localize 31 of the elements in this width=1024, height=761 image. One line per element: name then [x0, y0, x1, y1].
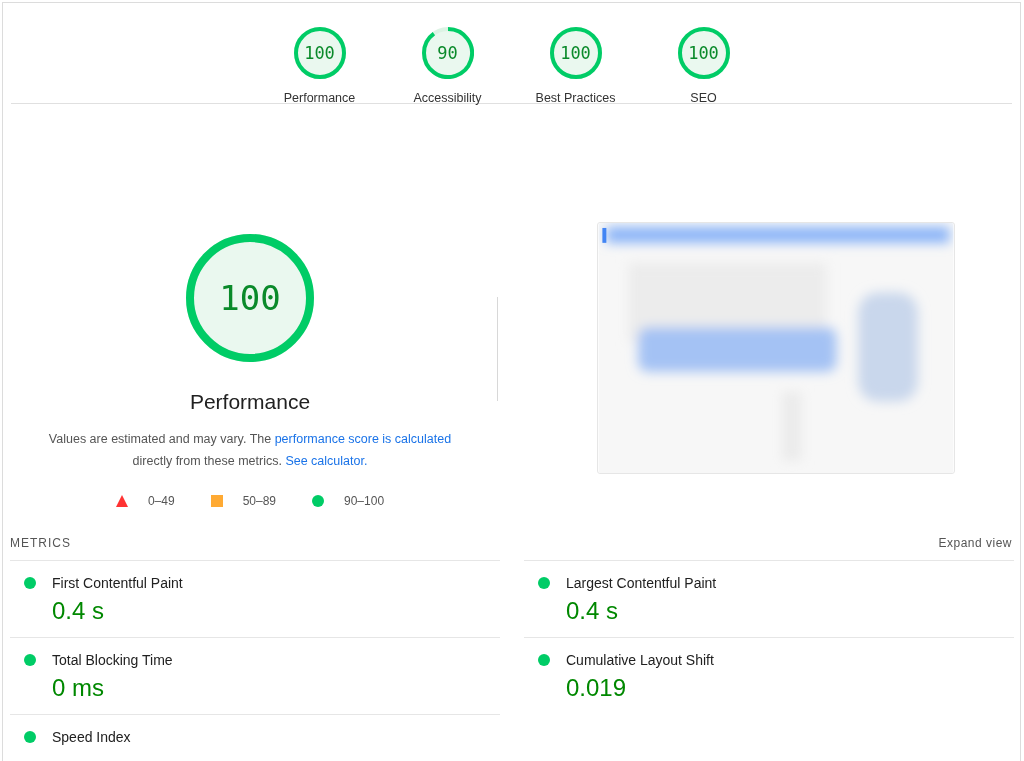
- score-gauge: [677, 27, 730, 79]
- score-value: 100: [688, 44, 719, 62]
- metric-label: Speed Index: [52, 729, 132, 745]
- metric-value: 0 ms: [52, 674, 105, 702]
- metric-label: First Contentful Paint: [52, 575, 184, 591]
- category-link[interactable]: Performance: [283, 91, 356, 105]
- category-title: Performance: [189, 390, 311, 414]
- metric-label: Cumulative Layout Shift: [566, 652, 715, 668]
- category-link[interactable]: Best Practices: [535, 91, 616, 105]
- legend-label: 50–89: [242, 494, 276, 508]
- category-link[interactable]: SEO: [690, 91, 717, 105]
- score-gauge: [549, 27, 602, 79]
- expand-view-link[interactable]: Expand view: [938, 536, 1012, 550]
- legend-label: 90–100: [344, 494, 385, 508]
- description-text: Values are estimated and may vary. The performance score is calculated directly from these metrics. See calculator.: [47, 431, 453, 470]
- metric-label: Largest Contentful Paint: [566, 575, 718, 591]
- score-value: 100: [304, 44, 335, 62]
- score-value: 90: [437, 44, 458, 62]
- legend-label: 0–49: [147, 494, 175, 508]
- text-link[interactable]: See calculator.: [285, 454, 368, 468]
- score-gauge: [293, 27, 346, 79]
- metric-value: 0.4 s: [52, 597, 106, 625]
- score-value: 100: [219, 281, 281, 315]
- metric-value: 0.4 s: [566, 597, 620, 625]
- score-value: 100: [560, 44, 591, 62]
- metric-value: 0.019: [566, 674, 628, 702]
- text-link[interactable]: performance score is calculated: [274, 432, 452, 446]
- metric-label: Total Blocking Time: [52, 652, 174, 668]
- section-title: METRICS: [10, 536, 71, 550]
- category-link[interactable]: Accessibility: [413, 91, 482, 105]
- score-gauge: [421, 27, 474, 79]
